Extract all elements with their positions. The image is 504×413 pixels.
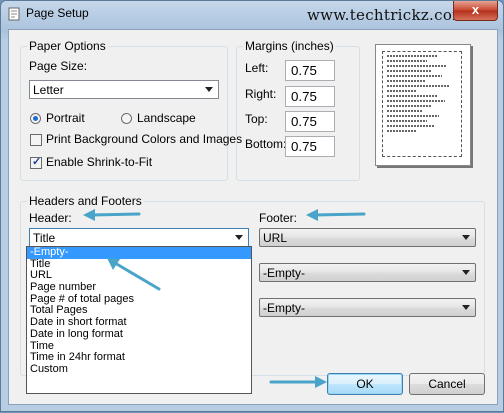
- page-setup-window: Page Setup www.techtrickz.com x Paper Op…: [0, 0, 504, 412]
- annotation-arrow-ok: [269, 376, 327, 388]
